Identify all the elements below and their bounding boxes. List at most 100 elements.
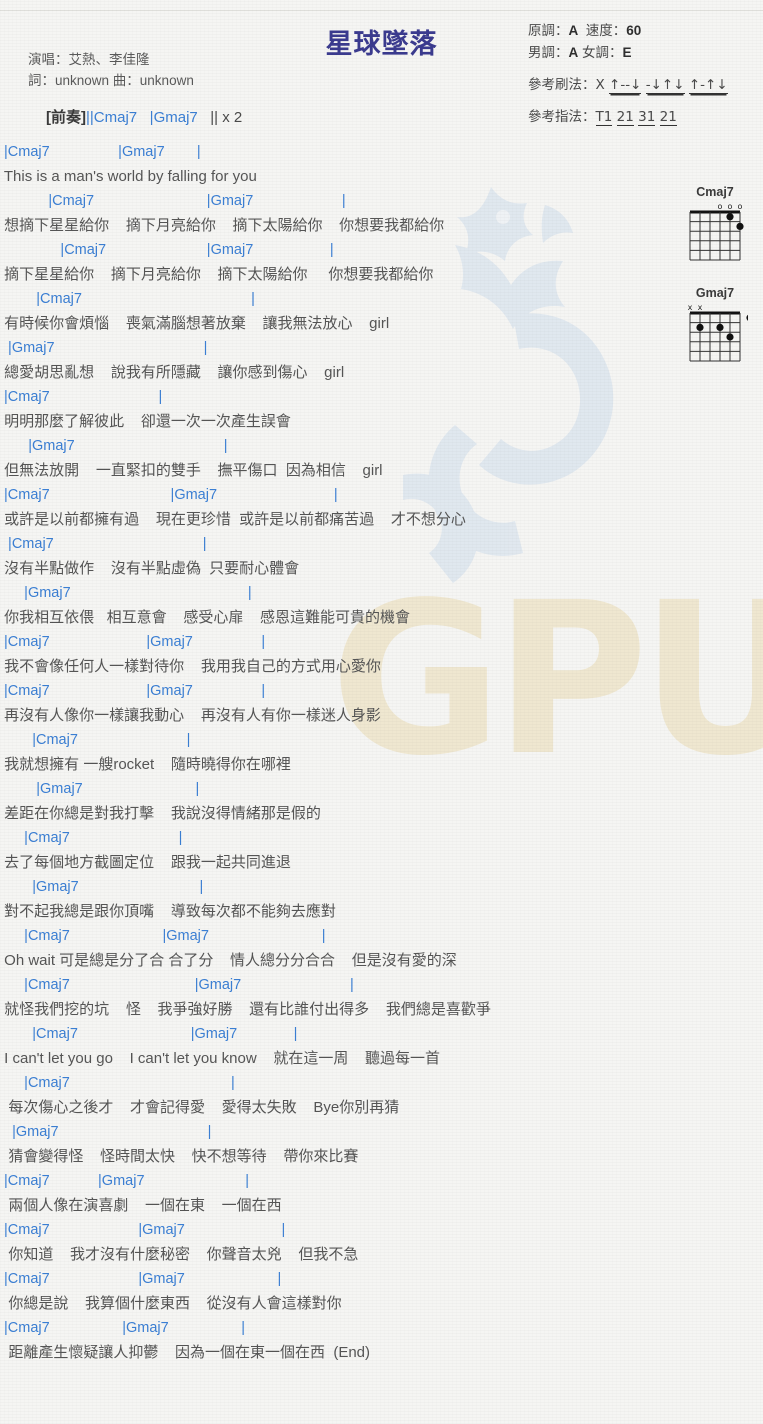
chord-lyric-block: |Cmaj7 |Gmaj7 | 兩個人像在演喜劇 一個在東 一個在西 [0,1169,763,1218]
lyric-line: 或許是以前都擁有過 現在更珍惜 或許是以前都痛苦過 才不想分心 [0,511,466,528]
chord-lyric-block: |Cmaj7 |Gmaj7 | 摘下星星給你 摘下月亮給你 摘下太陽給你 你想要… [0,238,763,287]
lyric-line: 兩個人像在演喜劇 一個在東 一個在西 [0,1197,282,1214]
strum-part-2: -↓↑↓ [645,77,685,94]
strum-part-0: X [595,77,605,93]
strum-part-3: ↑-↑↓ [688,77,728,94]
chord-lyric-block: |Gmaj7 | 總愛胡思亂想 說我有所隱藏 讓你感到傷心 girl [0,336,763,385]
lyric-line: 總愛胡思亂想 說我有所隱藏 讓你感到傷心 girl [0,364,345,381]
lyric-line: 你我相互依偎 相互意會 感受心扉 感恩這難能可貴的機會 [0,609,411,626]
chord-lyric-block: |Gmaj7 | 猜會變得怪 怪時間太快 快不想等待 帶你來比賽 [0,1120,763,1169]
meta-spacer-2 [528,96,763,106]
lyric-line: I can't let you go I can't let you know … [0,1050,441,1067]
tempo-value: 60 [626,23,642,38]
chord-line: |Gmaj7 | [0,781,200,797]
lyric-line: This is a man's world by falling for you [0,168,257,185]
pick-label: 參考指法： [528,109,596,125]
lyric-line: 我就想擁有 一艘rocket 隨時曉得你在哪裡 [0,756,291,773]
chord-lyric-block: |Cmaj7 | 有時候你會煩惱 喪氣滿腦想著放棄 讓我無法放心 girl [0,287,763,336]
chord-line: |Cmaj7 |Gmaj7 | [0,1320,245,1336]
intro-repeat: || x 2 [210,109,243,126]
chord-lyric-block: |Cmaj7 |Gmaj7 | 我不會像任何人一樣對待你 我用我自己的方式用心愛… [0,630,763,679]
male-key-label: 男調： [528,45,569,60]
chord-line: |Gmaj7 | [0,585,252,601]
chord-lyric-block: |Gmaj7 | 差距在你總是對我打擊 我說沒得情緒那是假的 [0,777,763,826]
chord-lyric-block: |Cmaj7 | 我就想擁有 一艘rocket 隨時曉得你在哪裡 [0,728,763,777]
lyric-line: 就怪我們挖的坑 怪 我爭強好勝 還有比誰付出得多 我們總是喜歡爭 [0,1001,491,1018]
chord-lyric-block: |Cmaj7 |Gmaj7 | 距離產生懷疑讓人抑鬱 因為一個在東一個在西 (E… [0,1316,763,1365]
strum-part-1: ↑--↓ [609,77,642,94]
chord-lyric-block: |Cmaj7 | 去了每個地方截圖定位 跟我一起共同進退 [0,826,763,875]
pick-part-3: 21 [659,109,677,126]
lyric-line: 你知道 我才沒有什麼秘密 你聲音太兇 但我不急 [0,1246,359,1263]
lyric-line: 摘下星星給你 摘下月亮給你 摘下太陽給你 你想要我都給你 [0,266,434,283]
intro-bar-1: || [86,109,94,126]
meta-spacer-1 [528,64,763,74]
lyric-line: 沒有半點做作 沒有半點虛偽 只要耐心體會 [0,560,300,577]
strum-pattern-row: 參考刷法：X ↑--↓ -↓↑↓ ↑-↑↓ [528,74,763,96]
intro-chord-1: Cmaj7 [93,109,138,126]
chord-lyric-block: |Cmaj7 | 明明那麼了解彼此 卻還一次一次產生誤會 [0,385,763,434]
chord-line: |Cmaj7 |Gmaj7 | [0,928,326,944]
chord-line: |Cmaj7 | [0,536,207,552]
chord-line: |Gmaj7 | [0,438,228,454]
lyric-line: 但無法放開 一直緊扣的雙手 撫平傷口 因為相信 girl [0,462,383,479]
chord-line: |Cmaj7 | [0,291,255,307]
lyric-line: 距離產生懷疑讓人抑鬱 因為一個在東一個在西 (End) [0,1344,371,1361]
chord-line: |Cmaj7 | [0,732,191,748]
lyric-line: 我不會像任何人一樣對待你 我用我自己的方式用心愛你 [0,658,381,675]
chord-lyric-block: |Cmaj7 |Gmaj7 | 再沒有人像你一樣讓我動心 再沒有人有你一樣迷人身… [0,679,763,728]
strum-label: 參考刷法： [528,77,596,93]
key-tempo-meta: 原調：A 速度：60 男調：A 女調：E 參考刷法：X ↑--↓ -↓↑↓ ↑-… [528,20,763,128]
chord-lyric-block: |Cmaj7 |Gmaj7 | Oh wait 可是總是分了合 合了分 情人總分… [0,924,763,973]
chord-line: |Cmaj7 | [0,389,163,405]
lyric-line: 你總是說 我算個什麼東西 從沒有人會這樣對你 [0,1295,342,1312]
chord-lyric-block: |Cmaj7 |Gmaj7 | 你總是說 我算個什麼東西 從沒有人會這樣對你 [0,1267,763,1316]
credits-block: 演唱：艾熱、李佳隆 詞：unknown 曲：unknown [28,49,194,91]
chord-line: |Cmaj7 |Gmaj7 | [0,634,266,650]
chord-lyric-block: |Cmaj7 |Gmaj7 | I can't let you go I can… [0,1022,763,1071]
lyric-line: 差距在你總是對我打擊 我說沒得情緒那是假的 [0,805,321,822]
picking-pattern-row: 參考指法：T1 21 31 21 [528,106,763,128]
intro-chord-2: Gmaj7 [153,109,198,126]
chord-line: |Cmaj7 |Gmaj7 | [0,683,266,699]
chord-lyric-block: |Gmaj7 | 你我相互依偎 相互意會 感受心扉 感恩這難能可貴的機會 [0,581,763,630]
chord-lyric-block: |Cmaj7 | 每次傷心之後才 才會記得愛 愛得太失敗 Bye你別再猜 [0,1071,763,1120]
chord-line: |Gmaj7 | [0,1124,212,1140]
lyricist-composer-line: 詞：unknown 曲：unknown [28,73,194,88]
lyric-line: 明明那麼了解彼此 卻還一次一次產生誤會 [0,413,291,430]
chord-lyric-block: |Cmaj7 | 沒有半點做作 沒有半點虛偽 只要耐心體會 [0,532,763,581]
chord-lyric-block: |Cmaj7 |Gmaj7 | 就怪我們挖的坑 怪 我爭強好勝 還有比誰付出得多… [0,973,763,1022]
chord-line: |Gmaj7 | [0,340,208,356]
lyric-line: 猜會變得怪 怪時間太快 快不想等待 帶你來比賽 [0,1148,359,1165]
chord-lyric-block: |Gmaj7 | 但無法放開 一直緊扣的雙手 撫平傷口 因為相信 girl [0,434,763,483]
chord-line: |Cmaj7 |Gmaj7 | [0,1222,286,1238]
chord-line: |Cmaj7 |Gmaj7 | [0,193,346,209]
chord-lyric-sheet: |Cmaj7 |Gmaj7 | This is a man's world by… [0,140,763,1365]
lyric-line: 有時候你會煩惱 喪氣滿腦想著放棄 讓我無法放心 girl [0,315,390,332]
lyric-line: Oh wait 可是總是分了合 合了分 情人總分分合合 但是沒有愛的深 [0,952,457,969]
chord-line: |Gmaj7 | [0,879,204,895]
gender-key-row: 男調：A 女調：E [528,42,763,64]
chord-lyric-block: |Cmaj7 |Gmaj7 | 想摘下星星給你 摘下月亮給你 摘下太陽給你 你想… [0,189,763,238]
chord-line: |Cmaj7 |Gmaj7 | [0,1173,249,1189]
performer-line: 演唱：艾熱、李佳隆 [28,52,150,67]
original-key-label: 原調： [528,23,569,38]
female-key-label: 女調： [582,45,623,60]
pick-part-0: T1 [595,109,613,126]
pick-part-2: 31 [638,109,656,126]
chord-line: |Cmaj7 |Gmaj7 | [0,242,334,258]
key-tempo-row: 原調：A 速度：60 [528,20,763,42]
lyric-line: 想摘下星星給你 摘下月亮給你 摘下太陽給你 你想要我都給你 [0,217,445,234]
lyric-line: 對不起我總是跟你頂嘴 導致每次都不能夠去應對 [0,903,336,920]
chord-line: |Cmaj7 |Gmaj7 | [0,1026,298,1042]
chord-line: |Cmaj7 | [0,1075,235,1091]
chord-line: |Cmaj7 |Gmaj7 | [0,1271,282,1287]
chord-lyric-block: |Cmaj7 |Gmaj7 | 或許是以前都擁有過 現在更珍惜 或許是以前都痛苦… [0,483,763,532]
lyric-line: 去了每個地方截圖定位 跟我一起共同進退 [0,854,291,871]
lyric-line: 再沒有人像你一樣讓我動心 再沒有人有你一樣迷人身影 [0,707,381,724]
chord-lyric-block: |Cmaj7 |Gmaj7 | 你知道 我才沒有什麼秘密 你聲音太兇 但我不急 [0,1218,763,1267]
chord-line: |Cmaj7 |Gmaj7 | [0,144,201,160]
original-key-value: A [568,23,579,38]
female-key-value: E [622,45,632,60]
pick-part-1: 21 [616,109,634,126]
